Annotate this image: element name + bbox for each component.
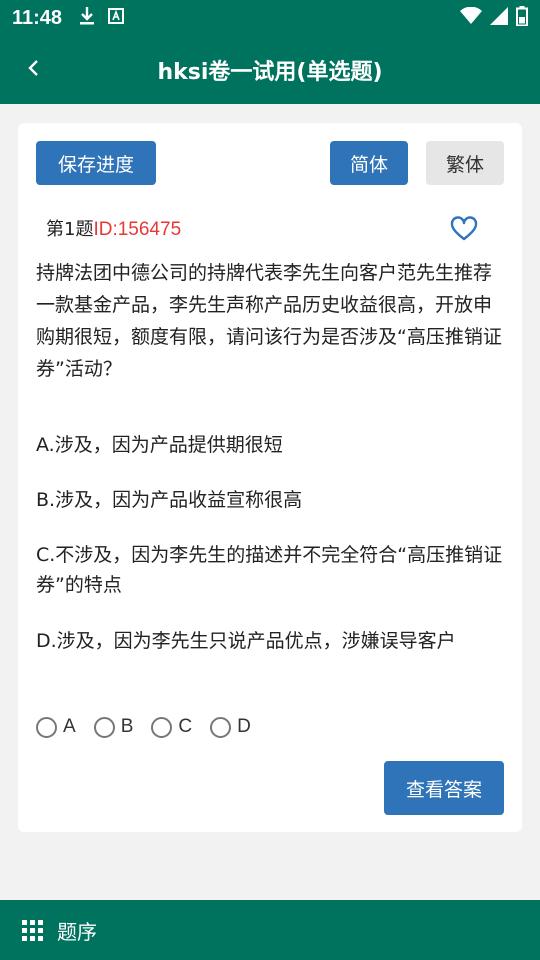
question-id: ID:156475: [93, 219, 182, 240]
status-time: 11:48: [12, 6, 63, 29]
heart-outline-icon: [450, 216, 478, 246]
question-header: 第1题ID:156475: [46, 215, 181, 241]
question-number: 第1题: [46, 219, 94, 240]
radio-circle[interactable]: [36, 716, 57, 738]
option-c: C.不涉及，因为李先生的描述并不完全符合“高压推销证券”的特点: [36, 544, 503, 596]
download-icon: [78, 6, 96, 30]
wifi-icon: [460, 6, 482, 29]
font-app-icon: [108, 8, 125, 28]
traditional-button[interactable]: 繁体: [426, 141, 504, 185]
simplified-button[interactable]: 简体: [330, 141, 408, 185]
back-button[interactable]: [18, 54, 50, 86]
bottom-bar[interactable]: 题序: [0, 900, 540, 960]
question-order-label: 题序: [57, 919, 97, 944]
favorite-button[interactable]: [450, 216, 478, 244]
battery-icon: [516, 6, 528, 30]
radio-circle[interactable]: [210, 716, 232, 738]
app-bar: hksi卷一试用(单选题): [0, 36, 540, 104]
status-bar: 11:48: [0, 0, 540, 36]
radio-d[interactable]: D: [210, 716, 251, 738]
page-title: hksi卷一试用(单选题): [157, 60, 383, 85]
option-a: A.涉及，因为产品提供期很短: [36, 434, 283, 456]
radio-circle[interactable]: [151, 716, 173, 738]
signal-icon: [490, 7, 508, 29]
chevron-left-icon: [26, 58, 42, 82]
question-text: 持牌法团中德公司的持牌代表李先生向客户范先生推荐一款基金产品，李先生声称产品历史…: [36, 262, 502, 380]
question-card: 保存进度 简体 繁体 第1题ID:156475 持牌法团中德公司的持牌代表李先生…: [18, 123, 522, 832]
radio-a[interactable]: A: [36, 716, 76, 738]
grid-icon: [22, 919, 43, 941]
save-progress-button[interactable]: 保存进度: [36, 141, 156, 185]
check-answer-button[interactable]: 查看答案: [384, 761, 504, 815]
radio-b[interactable]: B: [93, 716, 133, 738]
radio-circle[interactable]: [93, 716, 115, 738]
option-d: D.涉及，因为李先生只说产品优点，涉嫌误导客户: [36, 630, 456, 652]
option-b: B.涉及，因为产品收益宣称很高: [36, 489, 303, 511]
answer-radio-group: A B C D: [36, 716, 269, 738]
radio-c[interactable]: C: [151, 716, 192, 738]
